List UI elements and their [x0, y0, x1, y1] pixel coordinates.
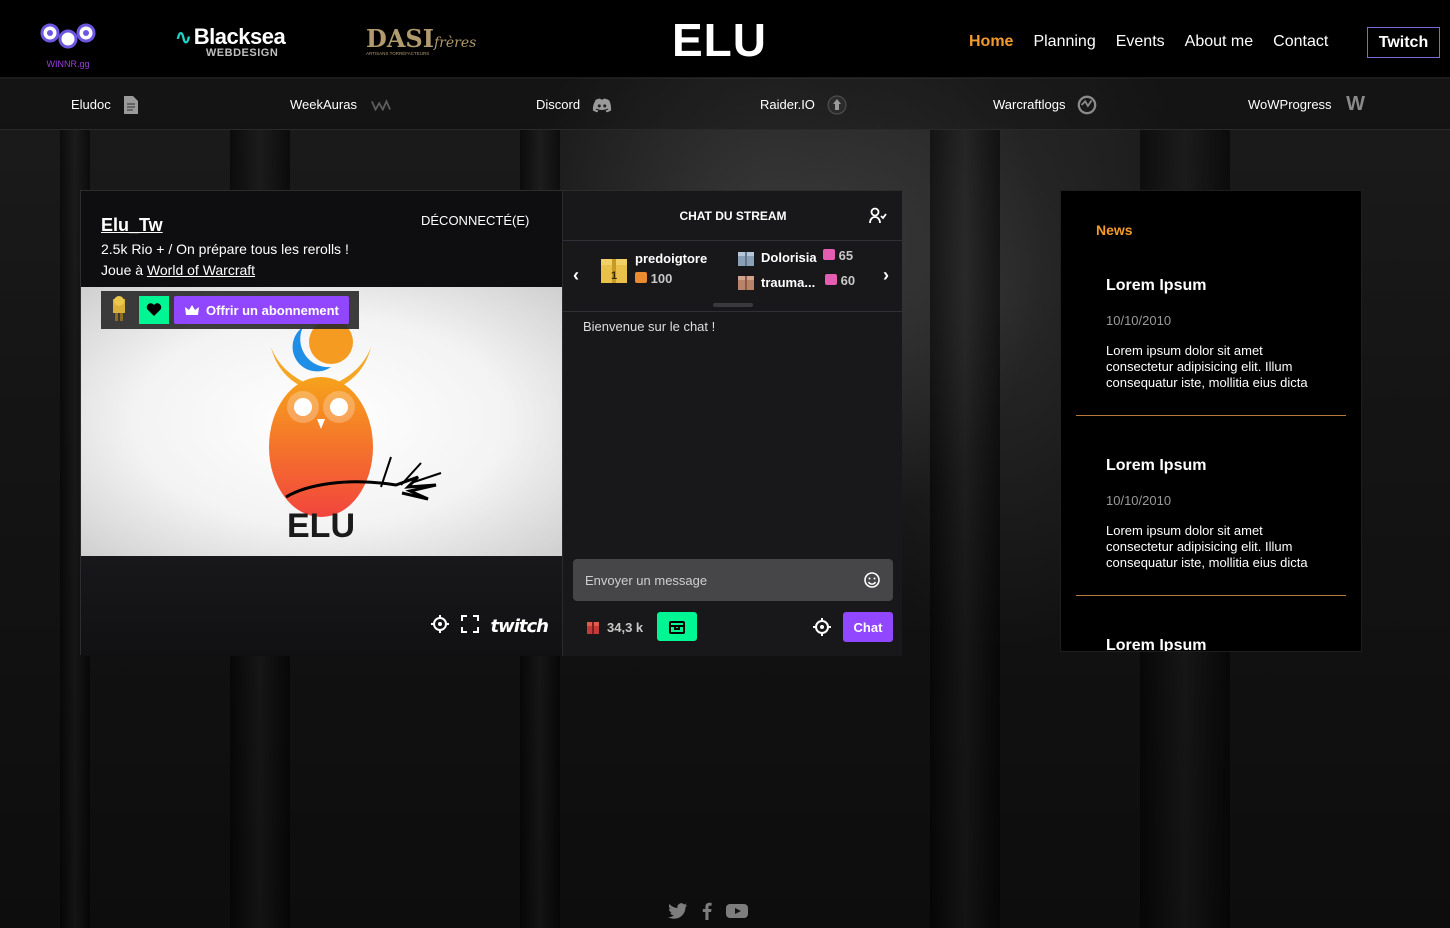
news-body: Lorem ipsum dolor sit amet consectetur a… — [1106, 343, 1308, 392]
link-wowprogress[interactable]: WoWProgress W — [1248, 79, 1366, 130]
youtube-icon[interactable] — [726, 903, 748, 924]
winnr-logo[interactable]: WINNR.gg — [40, 20, 96, 69]
link-discord[interactable]: Discord — [536, 79, 612, 130]
link-label: Warcraftlogs — [993, 97, 1066, 112]
site-title[interactable]: ELU — [672, 13, 767, 67]
news-panel: News Lorem Ipsum 10/10/2010 Lorem ipsum … — [1060, 190, 1362, 652]
chat-message-input[interactable]: Envoyer un message — [573, 559, 893, 601]
leaderboard-name[interactable]: trauma... — [761, 275, 815, 290]
discord-icon — [592, 95, 612, 115]
chat-users-icon[interactable] — [869, 207, 887, 230]
channel-info: Elu_Tw 2.5k Rio + / On prépare tous les … — [81, 191, 562, 287]
twitch-embed: Elu_Tw 2.5k Rio + / On prépare tous les … — [80, 190, 903, 656]
leaderboard-value: 100 — [635, 271, 672, 286]
main-nav: Home Planning Events About me Contact — [969, 33, 1348, 51]
site-header: WINNR.gg ∿Blacksea WEBDESIGN DASIfrères … — [0, 0, 1450, 78]
scroll-handle[interactable] — [713, 303, 753, 307]
news-item[interactable]: Lorem Ipsum 10/10/2010 Lorem ipsum dolor… — [1076, 457, 1346, 596]
link-raiderio[interactable]: Raider.IO — [760, 79, 847, 130]
svg-text:ELU: ELU — [287, 507, 355, 545]
nav-events[interactable]: Events — [1116, 33, 1165, 51]
emoji-icon[interactable] — [863, 571, 881, 592]
nav-home[interactable]: Home — [969, 33, 1013, 51]
link-label: Raider.IO — [760, 97, 815, 112]
social-links — [668, 902, 762, 925]
points-icon — [587, 622, 599, 634]
link-label: WoWProgress — [1248, 97, 1332, 112]
heart-icon — [146, 303, 162, 316]
settings-gear-icon[interactable] — [430, 615, 449, 638]
chat-footer: 34,3 k Chat — [563, 611, 903, 643]
player-controls: twitch — [81, 556, 562, 656]
treasure-chest-icon — [669, 620, 685, 634]
crown-icon — [185, 305, 199, 315]
channel-name-link[interactable]: Elu_Tw — [101, 215, 163, 236]
fullscreen-icon[interactable] — [460, 615, 479, 638]
stream-chat: CHAT DU STREAM ‹ 1 predoigtore 100 Dolor… — [562, 191, 903, 656]
link-label: WeekAuras — [290, 97, 357, 112]
link-label: Eludoc — [71, 97, 111, 112]
gift-leaderboard: ‹ 1 predoigtore 100 Dolorisia 65 trauma.… — [563, 241, 903, 312]
gift-rank-icon — [737, 249, 755, 272]
document-icon — [121, 95, 141, 115]
gift-sub-button[interactable]: Offrir un abonnement — [174, 296, 349, 324]
channel-points[interactable]: 34,3 k — [585, 619, 643, 635]
chat-send-button[interactable]: Chat — [843, 612, 893, 642]
link-label: Discord — [536, 97, 581, 112]
rewards-button[interactable] — [657, 612, 697, 641]
news-title[interactable]: Lorem Ipsum — [1106, 457, 1206, 475]
link-warcraftlogs[interactable]: Warcraftlogs — [993, 79, 1097, 130]
facebook-icon[interactable] — [702, 902, 712, 925]
gift-rank-icon — [737, 273, 755, 296]
news-item[interactable]: Lorem Ipsum 10/10/2010 Lorem ipsum dolor… — [1076, 277, 1346, 416]
offline-status: DÉCONNECTÉ(E) — [421, 213, 530, 228]
warcraftlogs-icon — [1077, 95, 1097, 115]
chat-header: CHAT DU STREAM — [563, 191, 903, 241]
links-bar: Eludoc WeekAuras Discord Raider.IO Warcr… — [0, 79, 1450, 130]
news-title[interactable]: Lorem Ipsum — [1106, 637, 1206, 651]
nav-about-me[interactable]: About me — [1185, 33, 1253, 51]
stream-title: 2.5k Rio + / On prépare tous les rerolls… — [101, 241, 349, 257]
avatar-icon — [105, 293, 133, 328]
chat-title: CHAT DU STREAM — [679, 209, 787, 223]
news-date: 10/10/2010 — [1106, 313, 1172, 328]
wowprogress-icon: W — [1346, 93, 1365, 115]
raiderio-icon — [827, 95, 847, 115]
leaderboard-value: 60 — [825, 273, 855, 288]
stream-game: Joue à World of Warcraft — [101, 262, 256, 278]
weakauras-icon — [371, 95, 391, 115]
blacksea-logo[interactable]: ∿Blacksea WEBDESIGN — [175, 24, 286, 59]
chat-settings-icon[interactable] — [813, 618, 831, 641]
follow-button[interactable] — [139, 296, 169, 324]
dasi-logo[interactable]: DASIfrères ARTISANS TORRÉFACTEURS — [366, 24, 476, 56]
link-weekauras[interactable]: WeekAuras — [290, 79, 391, 130]
chat-welcome-message: Bienvenue sur le chat ! — [583, 319, 716, 334]
gift-icon — [635, 272, 647, 283]
news-heading: News — [1096, 222, 1133, 238]
gift-rank-icon: 1 — [599, 253, 629, 290]
link-eludoc[interactable]: Eludoc — [71, 79, 141, 130]
subscribe-bar: Offrir un abonnement — [101, 291, 359, 329]
leaderboard-value: 65 — [823, 248, 853, 263]
video-player[interactable]: Elu_Tw 2.5k Rio + / On prépare tous les … — [81, 191, 562, 656]
svg-text:1: 1 — [611, 270, 617, 282]
news-body: Lorem ipsum dolor sit amet consectetur a… — [1106, 523, 1308, 572]
chevron-right-icon[interactable]: › — [883, 265, 889, 286]
gift-icon — [825, 274, 837, 285]
nav-contact[interactable]: Contact — [1273, 33, 1328, 51]
news-title[interactable]: Lorem Ipsum — [1106, 277, 1206, 295]
leaderboard-name[interactable]: Dolorisia — [761, 250, 817, 265]
leaderboard-name[interactable]: predoigtore — [635, 251, 707, 266]
twitch-logo[interactable]: twitch — [491, 616, 549, 637]
game-link[interactable]: World of Warcraft — [147, 262, 255, 278]
chevron-left-icon[interactable]: ‹ — [573, 265, 579, 286]
nav-planning[interactable]: Planning — [1033, 33, 1095, 51]
twitch-button[interactable]: Twitch — [1367, 27, 1440, 58]
twitter-icon[interactable] — [668, 902, 688, 925]
news-date: 10/10/2010 — [1106, 493, 1172, 508]
news-item[interactable]: Lorem Ipsum — [1076, 637, 1346, 651]
gift-icon — [823, 249, 835, 260]
